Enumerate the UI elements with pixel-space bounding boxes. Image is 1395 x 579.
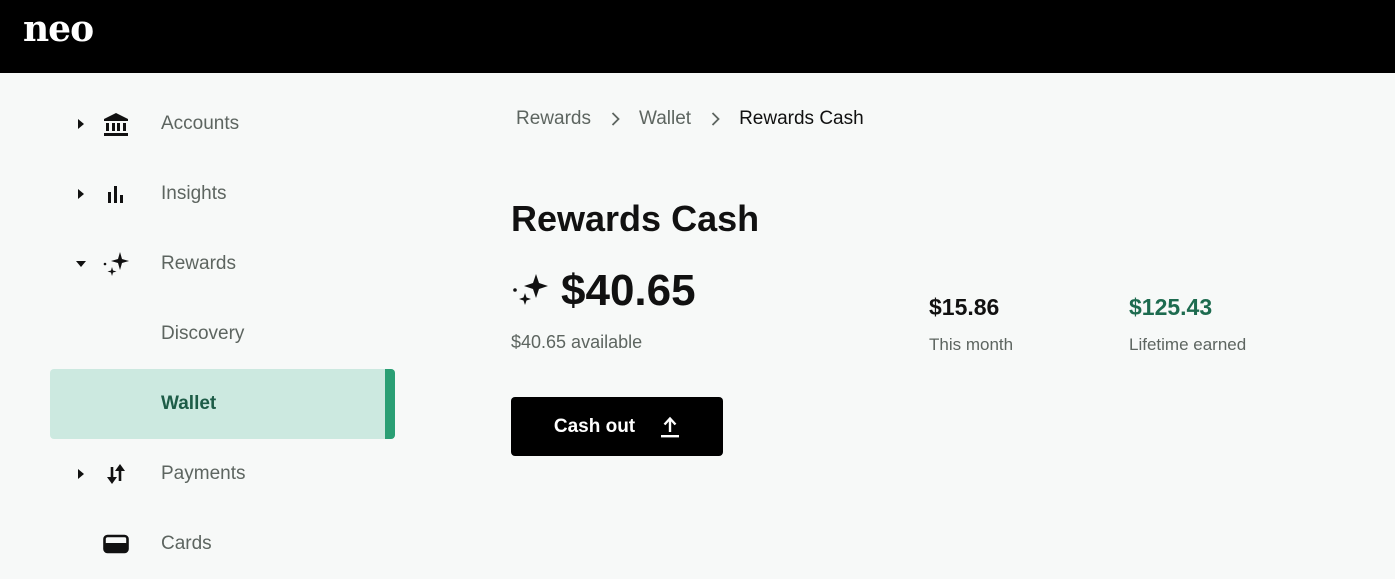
bank-icon xyxy=(102,111,130,137)
cash-out-button[interactable]: Cash out xyxy=(511,397,723,456)
caret-down-icon[interactable] xyxy=(74,257,88,271)
breadcrumb: Rewards Wallet Rewards Cash xyxy=(516,106,864,132)
chevron-right-icon xyxy=(611,112,620,126)
sidebar-item-label: Insights xyxy=(161,183,227,204)
sidebar-item-insights[interactable]: Insights xyxy=(50,159,395,229)
top-bar: neo xyxy=(0,0,1395,73)
neo-logo[interactable]: neo xyxy=(23,8,94,50)
breadcrumb-rewards-cash: Rewards Cash xyxy=(739,108,864,129)
sidebar-item-payments[interactable]: Payments xyxy=(50,439,395,509)
available-balance: $40.65 available xyxy=(511,332,643,352)
bar-chart-icon xyxy=(102,181,130,207)
balance-amount: $40.65 xyxy=(561,266,696,315)
sidebar-item-label: Discovery xyxy=(161,323,245,344)
sparkle-icon xyxy=(511,270,551,313)
sidebar-item-discovery[interactable]: Discovery xyxy=(50,299,395,369)
breadcrumb-wallet[interactable]: Wallet xyxy=(639,108,691,130)
caret-right-icon[interactable] xyxy=(74,187,88,201)
sidebar-item-label: Payments xyxy=(161,463,246,484)
upload-icon xyxy=(660,416,680,438)
active-indicator xyxy=(385,369,395,439)
sparkle-icon xyxy=(102,251,130,277)
lifetime-earned-label: Lifetime earned xyxy=(1129,335,1247,354)
breadcrumb-rewards[interactable]: Rewards xyxy=(516,108,591,130)
this-month-value: $15.86 xyxy=(929,294,1000,320)
lifetime-earned-value: $125.43 xyxy=(1129,294,1213,320)
sidebar-item-label: Cards xyxy=(161,533,212,554)
card-icon xyxy=(102,531,130,557)
caret-right-icon[interactable] xyxy=(74,117,88,131)
sidebar-item-cards[interactable]: Cards xyxy=(50,509,395,579)
caret-right-icon[interactable] xyxy=(74,467,88,481)
chevron-right-icon xyxy=(711,112,720,126)
this-month-label: This month xyxy=(929,335,1014,354)
cash-out-label: Cash out xyxy=(553,415,636,437)
page-title: Rewards Cash xyxy=(511,198,760,239)
sidebar-item-accounts[interactable]: Accounts xyxy=(50,89,395,159)
sidebar-item-label: Rewards xyxy=(161,253,236,274)
sidebar-item-label: Wallet xyxy=(161,393,217,414)
balance-row: $40.65 xyxy=(511,266,696,316)
transfer-arrows-icon xyxy=(102,461,130,487)
sidebar-item-label: Accounts xyxy=(161,113,240,134)
sidebar-item-wallet[interactable]: Wallet xyxy=(50,369,395,439)
sidebar-item-rewards[interactable]: Rewards xyxy=(50,229,395,299)
